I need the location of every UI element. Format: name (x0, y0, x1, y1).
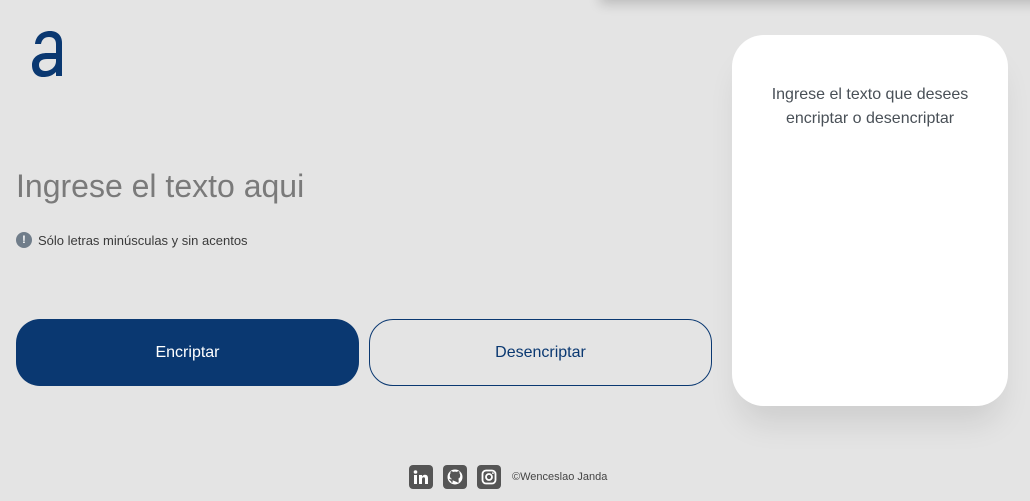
logo-a-icon (32, 31, 62, 77)
logo (30, 28, 66, 78)
copyright-text: ©Wenceslao Janda (512, 471, 608, 483)
exclamation-icon: ! (16, 232, 32, 248)
output-panel: Ingrese el texto que desees encriptar o … (732, 35, 1008, 406)
decrypt-button[interactable]: Desencriptar (369, 319, 712, 386)
output-message: Ingrese el texto que desees encriptar o … (771, 86, 969, 127)
input-hint: ! Sólo letras minúsculas y sin acentos (16, 232, 248, 248)
github-icon[interactable] (443, 465, 467, 489)
linkedin-icon[interactable] (409, 465, 433, 489)
hint-text: Sólo letras minúsculas y sin acentos (38, 232, 248, 248)
text-input[interactable] (16, 168, 696, 216)
encrypt-button[interactable]: Encriptar (16, 319, 359, 386)
footer: ©Wenceslao Janda (409, 465, 607, 489)
instagram-icon[interactable] (477, 465, 501, 489)
